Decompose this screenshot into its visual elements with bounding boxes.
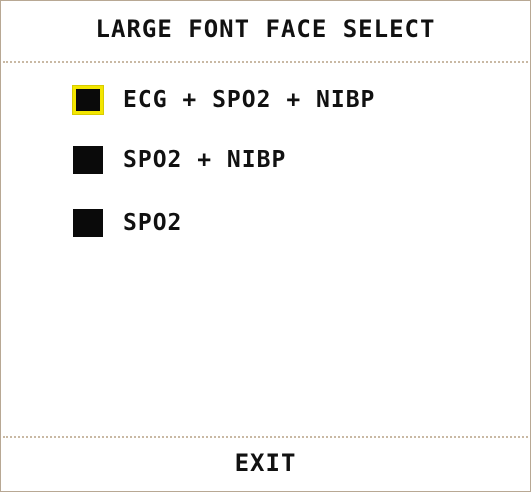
option-label: SPO2 + NIBP [123,147,287,173]
bottom-divider [3,436,528,438]
option-checkbox-selected[interactable] [73,86,103,114]
option-spo2-nibp[interactable]: SPO2 + NIBP [73,143,286,177]
dialog-title: LARGE FONT FACE SELECT [95,15,436,43]
option-label: SPO2 [123,210,183,236]
exit-button[interactable]: EXIT [1,449,530,477]
option-ecg-spo2-nibp[interactable]: ECG + SPO2 + NIBP [73,83,375,117]
top-divider [3,61,528,63]
option-label: ECG + SPO2 + NIBP [123,87,376,113]
option-spo2[interactable]: SPO2 [73,206,182,240]
large-font-face-select-dialog: LARGE FONT FACE SELECT ECG + SPO2 + NIBP… [0,0,531,492]
option-checkbox[interactable] [73,146,103,174]
option-checkbox[interactable] [73,209,103,237]
